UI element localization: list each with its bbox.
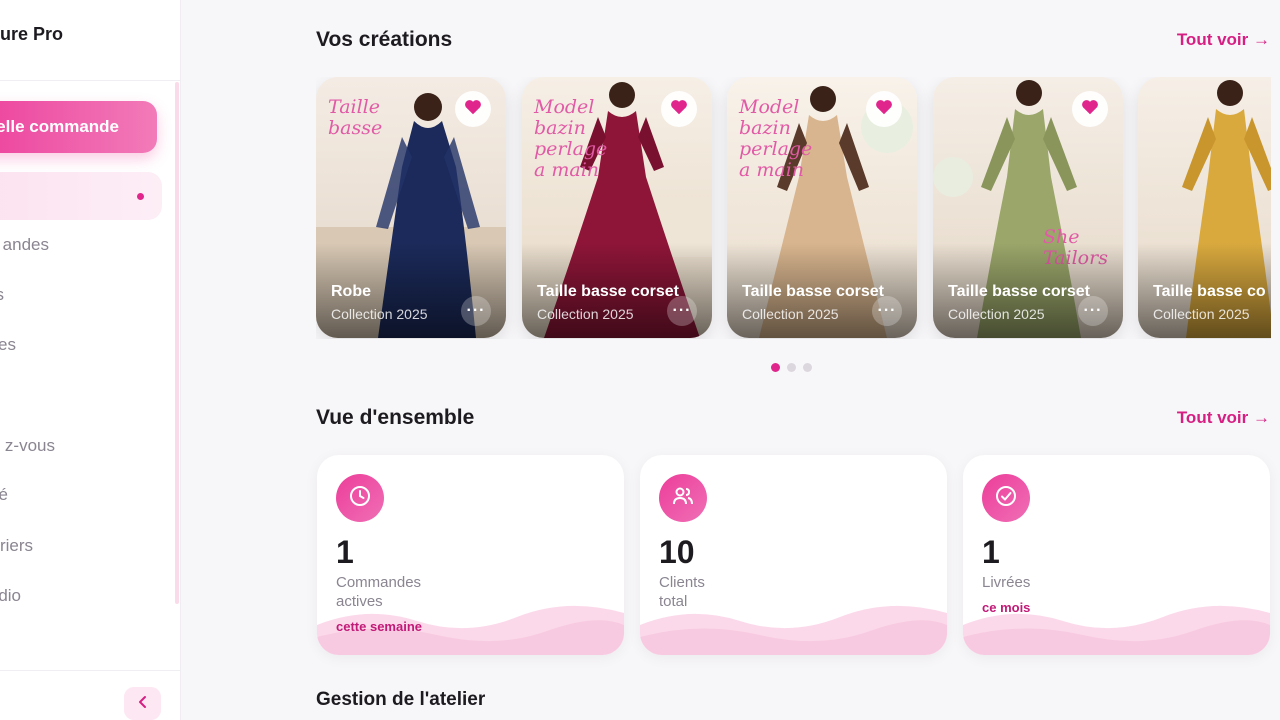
sidebar-item-label: dio	[0, 586, 21, 605]
card-title: Taille basse co	[1153, 283, 1266, 300]
sidebar: ure Pro elle commande il andes s es z-vo…	[0, 0, 181, 720]
card-subtitle: Collection 2025	[742, 306, 839, 322]
heart-icon	[1081, 99, 1099, 120]
sidebar-item-label: é	[0, 485, 8, 505]
card-subtitle: Collection 2025	[537, 306, 634, 322]
carousel-dot[interactable]	[771, 363, 780, 372]
brand-name: ure Pro	[0, 24, 64, 44]
more-icon: ···	[877, 302, 897, 319]
stat-value: 1	[336, 534, 354, 570]
favorite-button[interactable]	[455, 91, 491, 127]
creations-see-all-link[interactable]: Tout voir →	[1177, 30, 1270, 50]
sidebar-item-appointments[interactable]: z-vous	[0, 422, 162, 470]
card-script-overlay: Model bazin perlage a main	[534, 96, 608, 181]
stat-label-line: Livrées	[982, 574, 1031, 591]
carousel-pagination	[771, 363, 812, 372]
card-script-overlay: Taille basse	[328, 96, 383, 139]
stat-label-line: Commandes	[336, 574, 422, 591]
collapse-sidebar-button[interactable]	[124, 687, 161, 720]
creation-card[interactable]: Taille basse co Collection 2025	[1138, 77, 1271, 338]
sidebar-item-label: es	[0, 335, 16, 354]
stat-value: 10	[659, 534, 695, 570]
chevron-left-icon	[136, 693, 150, 714]
stat-period: cette semaine	[336, 619, 422, 634]
clock-icon	[348, 484, 372, 513]
sidebar-divider	[0, 80, 180, 81]
creations-carousel[interactable]: Taille basse Robe Collection 2025 ··· Mo…	[316, 77, 1271, 339]
sidebar-item-home[interactable]: il	[0, 172, 162, 220]
sidebar-item-clients[interactable]: s	[0, 271, 162, 319]
card-subtitle: Collection 2025	[331, 306, 428, 322]
more-icon: ···	[1083, 302, 1103, 319]
card-subtitle: Collection 2025	[1153, 306, 1250, 322]
carousel-dot[interactable]	[803, 363, 812, 372]
sidebar-item-measures[interactable]: es	[0, 321, 162, 369]
workshop-title: Gestion de l'atelier	[316, 689, 486, 710]
card-title: Taille basse corset	[948, 283, 1090, 300]
heart-icon	[464, 99, 482, 120]
creation-card[interactable]: She Tailors Taille basse corset Collecti…	[933, 77, 1123, 338]
more-options-button[interactable]: ···	[667, 296, 697, 326]
more-options-button[interactable]: ···	[461, 296, 491, 326]
stat-icon-badge	[982, 474, 1030, 522]
card-subtitle: Collection 2025	[948, 306, 1045, 322]
card-title: Taille basse corset	[742, 283, 884, 300]
decorative-wave	[640, 605, 947, 655]
creation-card[interactable]: Model bazin perlage a main Taille basse …	[727, 77, 917, 338]
stat-period: ce mois	[982, 600, 1031, 615]
stat-card-active-orders[interactable]: 1 Commandes actives cette semaine	[317, 455, 624, 655]
sidebar-item-label: s	[0, 285, 4, 305]
more-icon: ···	[672, 302, 692, 319]
sidebar-scrollbar[interactable]	[175, 82, 179, 604]
sidebar-item-label: andes	[2, 235, 49, 254]
sidebar-item-orders[interactable]: andes	[0, 221, 162, 269]
stat-label: Livrées	[982, 573, 1030, 592]
card-title: Robe	[331, 283, 371, 300]
card-title: Taille basse corset	[537, 283, 679, 300]
stat-icon-badge	[336, 474, 384, 522]
check-circle-icon	[994, 484, 1018, 513]
new-order-button[interactable]: elle commande	[0, 101, 157, 153]
stat-card-delivered[interactable]: 1 Livrées ce mois	[963, 455, 1270, 655]
card-script-overlay: Model bazin perlage a main	[739, 96, 813, 181]
heart-icon	[670, 99, 688, 120]
favorite-button[interactable]	[661, 91, 697, 127]
creation-card[interactable]: Taille basse Robe Collection 2025 ···	[316, 77, 506, 338]
more-icon: ···	[466, 302, 486, 319]
stat-value: 1	[982, 534, 1000, 570]
stat-card-total-clients[interactable]: 10 Clients total	[640, 455, 947, 655]
sidebar-item-activity[interactable]: é	[0, 471, 162, 519]
overview-see-all-link[interactable]: Tout voir →	[1177, 408, 1270, 428]
heart-icon	[875, 99, 893, 120]
sidebar-item-studio[interactable]: dio	[0, 572, 162, 620]
stat-label-line: Clients	[659, 574, 705, 591]
more-options-button[interactable]: ···	[872, 296, 902, 326]
creations-title: Vos créations	[316, 28, 453, 51]
creation-card[interactable]: Model bazin perlage a main Taille basse …	[522, 77, 712, 338]
favorite-button[interactable]	[866, 91, 902, 127]
users-icon	[671, 484, 695, 513]
carousel-dot[interactable]	[787, 363, 796, 372]
more-options-button[interactable]: ···	[1078, 296, 1108, 326]
active-indicator-dot	[137, 193, 144, 200]
sidebar-item-label: z-vous	[4, 436, 55, 455]
overview-title: Vue d'ensemble	[316, 406, 475, 429]
favorite-button[interactable]	[1072, 91, 1108, 127]
stat-icon-badge	[659, 474, 707, 522]
sidebar-divider	[0, 670, 180, 671]
sidebar-item-label: riers	[0, 536, 33, 555]
sidebar-item-couriers[interactable]: riers	[0, 522, 162, 570]
